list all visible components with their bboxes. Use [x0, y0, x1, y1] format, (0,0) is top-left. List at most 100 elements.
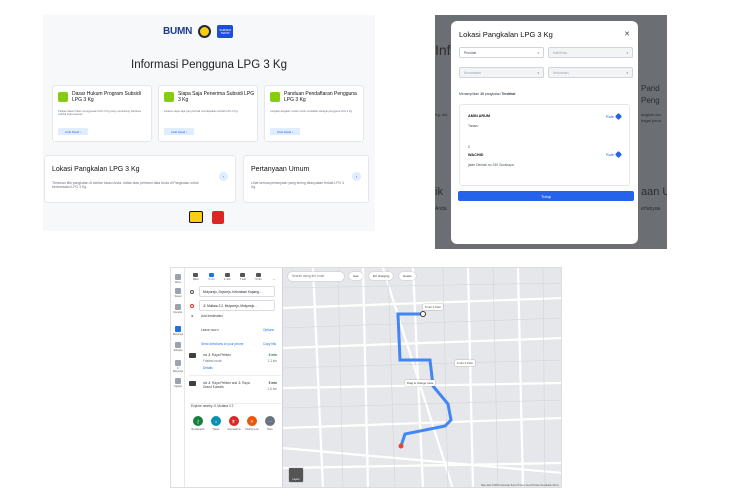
add-icon: ⊕	[191, 314, 194, 318]
footer-logos	[189, 211, 224, 224]
recents-icon[interactable]: Recents	[172, 304, 184, 314]
route-option[interactable]: via Jl. Raya Petiken and Jl. Raya Grand …	[189, 380, 281, 404]
parking-icon[interactable]: P	[247, 416, 257, 426]
card-lokasi-pangkalan[interactable]: Lokasi Pangkalan LPG 3 Kg Temukan titik …	[44, 155, 236, 203]
hotel-icon[interactable]: ⌂	[211, 416, 221, 426]
options-button[interactable]: Options	[263, 328, 274, 332]
rute-link[interactable]: Rute	[606, 150, 623, 159]
modal-page-screenshot: Inf Pand Peng Kg. tek angkah-lan bagai p…	[435, 15, 667, 249]
mode-close[interactable]: —	[267, 271, 281, 285]
mode-label: 5 min	[255, 278, 262, 281]
rail-label: Jl. Mulyorejo	[172, 367, 184, 373]
kabkota-select[interactable]: Kab/Kota ▾	[548, 47, 633, 58]
recent-place[interactable]: Ngagel	[172, 378, 184, 388]
rail-label: Sidoarjo	[173, 349, 183, 352]
route-distance: 1.3 km	[267, 359, 277, 363]
modal-title: Lokasi Pangkalan LPG 3 Kg	[459, 30, 553, 39]
copy-link-button[interactable]: Copy link	[263, 342, 276, 346]
mode-motorcycle[interactable]: 1 min	[220, 271, 234, 285]
people-icon	[164, 92, 174, 102]
close-icon[interactable]: ✕	[624, 30, 630, 38]
tutup-button[interactable]: Tutup	[458, 191, 634, 201]
origin-input[interactable]: Mulyorejo, Dryorejo, Kelurahan Kupang...	[199, 286, 275, 297]
recent-place[interactable]: Mulyorejo	[172, 326, 184, 336]
card-desc: Pelajari dasar hukum penggunaan LPG 3 Kg…	[58, 110, 142, 117]
mode-best[interactable]: Best	[189, 271, 203, 285]
card-title: Dasar Hukum Program Subsidi LPG 3 Kg	[72, 91, 141, 103]
card-pertanyaan-umum[interactable]: Pertanyaan Umum Lihat semua pertanyaan y…	[243, 155, 369, 203]
background-text: ertanyaa	[641, 206, 661, 212]
directions-panel: Best 5 min 1 min 7 min 5 min — Mulyorejo…	[185, 268, 283, 487]
menu-icon[interactable]: Menu	[172, 274, 184, 284]
rail-label: Ngagel	[174, 385, 182, 388]
mode-transit[interactable]: 7 min	[236, 271, 250, 285]
card-desc: Lihat semua pertanyaan yang sering ditan…	[251, 181, 344, 190]
explore-label: Parking Lots	[245, 428, 259, 431]
origin-dot-icon	[190, 290, 194, 294]
map-view[interactable]: Search along the route Gas EV charging H…	[283, 268, 561, 487]
history-icon	[175, 304, 181, 310]
card-dasar-hukum: Dasar Hukum Program Subsidi LPG 3 Kg Pel…	[52, 85, 152, 142]
add-destination-button[interactable]: Add destination	[201, 314, 223, 318]
mode-label: 1 min	[224, 278, 231, 281]
recent-place[interactable]: Sidoarjo	[172, 342, 184, 352]
restaurant-icon[interactable]: 🍴	[193, 416, 203, 426]
car-icon	[209, 273, 214, 277]
chip-gas[interactable]: Gas	[349, 272, 363, 280]
explore-label: Restaurants	[191, 428, 205, 431]
lihat-detail-button[interactable]: Lihat Detail ›	[164, 128, 194, 135]
rail-label: Saved	[174, 295, 182, 298]
chevron-right-icon[interactable]: ›	[219, 172, 228, 181]
card-penerima: Siapa Saja Penerima Subsidi LPG 3 Kg Ket…	[158, 85, 258, 142]
chip-ev-charging[interactable]: EV charging	[369, 272, 394, 280]
rute-link[interactable]: Rute	[606, 112, 623, 121]
map-search-input[interactable]: Search along the route	[288, 272, 344, 281]
more-icon[interactable]: ⋯	[265, 416, 275, 426]
route-option[interactable]: via Jl. Raya Petiken 5 min Fastest route…	[189, 352, 281, 376]
route-tooltip: 5 min 1.3 km	[423, 304, 444, 310]
background-text: bagai pena	[641, 118, 661, 123]
mode-car[interactable]: 5 min	[205, 271, 219, 285]
select-value: Kecamatan	[464, 70, 482, 75]
background-text: Kg. tek	[435, 112, 448, 117]
direction-icon	[614, 112, 623, 121]
partner-logo-icon	[212, 211, 224, 224]
saved-icon[interactable]: Saved	[172, 288, 184, 298]
chevron-right-icon[interactable]: ›	[352, 172, 361, 181]
button-label: Lihat Detail	[65, 129, 80, 134]
select-value: Kab/Kota	[553, 50, 567, 55]
chip-hotels[interactable]: Hotels	[399, 272, 416, 280]
background-text: angkah-lan	[641, 112, 661, 117]
subsidi-tepat-logo: SUBSIDI TEPAT	[217, 25, 234, 38]
background-text: ik	[435, 186, 443, 198]
provinsi-select[interactable]: Provinsi ▾	[459, 47, 544, 58]
select-value: Provinsi	[464, 50, 477, 55]
lihat-detail-button[interactable]: Lihat Detail ›	[58, 128, 88, 135]
kecamatan-select[interactable]: Kecamatan ▾	[459, 67, 544, 78]
destination-input[interactable]: Jl. Mutiara 3 2, Mulyorejo, Mulyorejo...	[199, 300, 275, 311]
chevron-down-icon: ▾	[626, 51, 628, 55]
recent-place[interactable]: Jl. Mulyorejo	[172, 360, 184, 373]
kelurahan-select[interactable]: Kelurahan ▾	[548, 67, 633, 78]
gas-station-icon[interactable]: ⛽	[229, 416, 239, 426]
chevron-down-icon: ▾	[626, 71, 628, 75]
pangkalan-name: AMIN ARUM	[468, 114, 491, 118]
lihat-detail-button[interactable]: Lihat Detail ›	[270, 128, 300, 135]
send-directions-link[interactable]: Send directions to your phone	[201, 342, 243, 346]
background-text: Inf	[435, 42, 451, 58]
card-title: Pertanyaan Umum	[251, 166, 310, 173]
mode-walk[interactable]: 5 min	[252, 271, 266, 285]
mode-label: Best	[193, 278, 199, 281]
streets	[283, 268, 561, 487]
route-time: 5 min	[268, 381, 277, 385]
hamburger-icon	[175, 274, 181, 280]
car-icon	[189, 353, 196, 358]
rail-label: Recents	[173, 311, 183, 314]
leave-now-dropdown[interactable]: Leave now ▾	[201, 328, 219, 332]
origin-marker	[420, 311, 426, 317]
motorcycle-icon	[224, 273, 230, 277]
layers-button[interactable]: Layers	[289, 468, 303, 482]
details-link[interactable]: Details	[203, 366, 213, 370]
close-icon	[271, 273, 277, 277]
explore-label: Gas stations	[227, 428, 241, 431]
